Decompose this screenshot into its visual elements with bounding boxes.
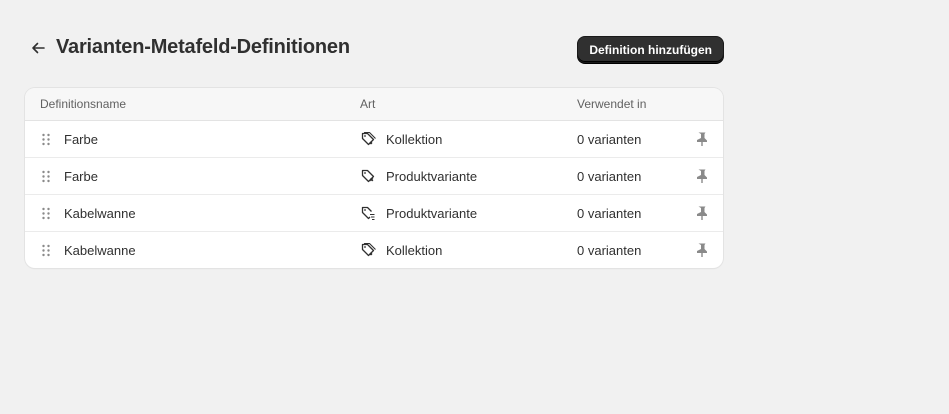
- drag-handle-icon[interactable]: [41, 170, 51, 183]
- page: Varianten-Metafeld-Definitionen Definiti…: [0, 0, 949, 414]
- used-in-count: 0 varianten: [577, 169, 642, 184]
- definition-type: Kollektion: [386, 243, 443, 258]
- definition-name[interactable]: Kabelwanne: [64, 243, 136, 258]
- definition-type: Produktvariante: [386, 206, 478, 221]
- pin-icon[interactable]: [695, 168, 709, 184]
- definitions-table: Definitionsname Art Verwendet in Farbe K…: [25, 88, 723, 268]
- drag-handle-icon[interactable]: [41, 244, 51, 257]
- page-header: Varianten-Metafeld-Definitionen Definiti…: [24, 34, 724, 64]
- pin-icon[interactable]: [695, 131, 709, 147]
- table-row[interactable]: Farbe Kollektion 0 varianten: [25, 121, 723, 158]
- definition-type: Produktvariante: [386, 169, 478, 184]
- drag-handle-icon[interactable]: [41, 133, 51, 146]
- used-in-count: 0 varianten: [577, 206, 642, 221]
- arrow-left-icon: [32, 42, 45, 54]
- pin-icon[interactable]: [695, 242, 709, 258]
- column-header-used-in: Verwendet in: [577, 97, 647, 111]
- collection-icon: [361, 242, 376, 257]
- column-header-name: Definitionsname: [40, 97, 127, 111]
- product-variant-icon: [361, 169, 375, 183]
- table-row[interactable]: Kabelwanne Produktvariante 0 varianten: [25, 195, 723, 232]
- used-in-count: 0 varianten: [577, 132, 642, 147]
- back-button[interactable]: [28, 38, 48, 58]
- product-variant-icon: [361, 206, 375, 221]
- used-in-count: 0 varianten: [577, 243, 642, 258]
- definition-name[interactable]: Kabelwanne: [64, 206, 136, 221]
- page-title: Varianten-Metafeld-Definitionen: [56, 36, 350, 58]
- collection-icon: [361, 131, 376, 146]
- table-row[interactable]: Farbe Produktvariante 0 varianten: [25, 158, 723, 195]
- add-definition-button[interactable]: Definition hinzufügen: [577, 36, 724, 63]
- pin-icon[interactable]: [695, 205, 709, 221]
- drag-handle-icon[interactable]: [41, 207, 51, 220]
- definition-name[interactable]: Farbe: [64, 132, 98, 147]
- table-row[interactable]: Kabelwanne Kollektion 0 varianten: [25, 232, 723, 268]
- definition-type: Kollektion: [386, 132, 443, 147]
- definition-name[interactable]: Farbe: [64, 169, 98, 184]
- table-header: Definitionsname Art Verwendet in: [25, 88, 723, 121]
- column-header-type: Art: [360, 97, 376, 111]
